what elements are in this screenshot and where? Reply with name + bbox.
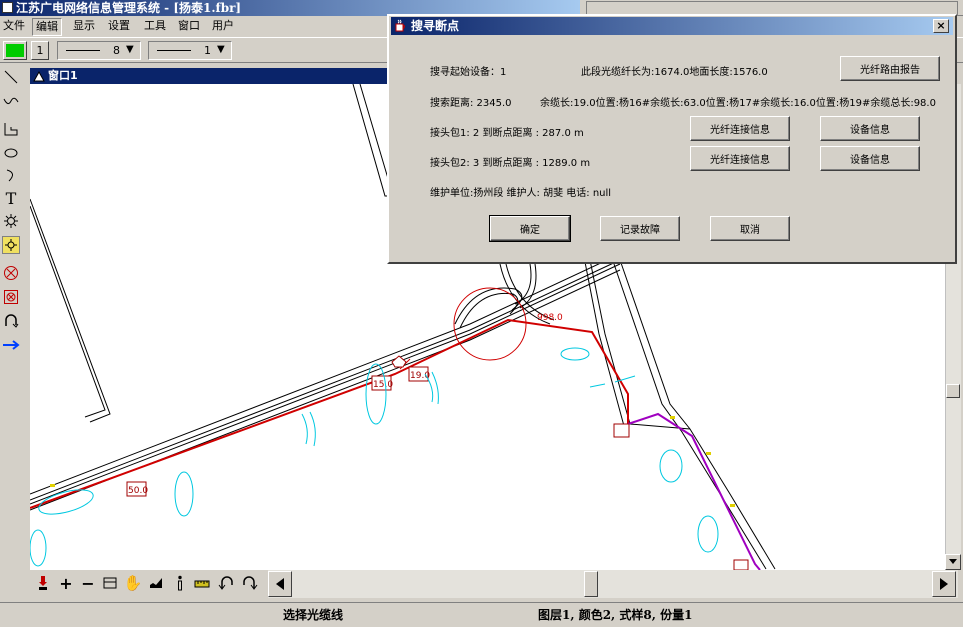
label-15: 15.0 xyxy=(371,375,393,391)
text-tool-icon[interactable]: T xyxy=(2,189,20,208)
app-icon xyxy=(2,2,13,13)
label-50: 50.0 xyxy=(126,481,148,497)
menu-tools[interactable]: 工具 xyxy=(141,18,169,34)
splice-1-text: 接头包1: 2 到断点距离 : 287.0 m xyxy=(430,128,584,139)
break-point-icon[interactable] xyxy=(2,264,20,282)
undo-icon[interactable] xyxy=(216,573,236,593)
pan-hand-icon[interactable]: ✋ xyxy=(123,573,143,593)
line-style-value: 8 xyxy=(113,44,120,57)
label-19-text: 19.0 xyxy=(410,371,430,381)
device-node xyxy=(391,355,407,368)
menu-view[interactable]: 显示 xyxy=(70,18,98,34)
menu-file[interactable]: 文件 xyxy=(0,18,28,34)
vertical-scroll-thumb[interactable] xyxy=(946,384,960,398)
label-998-text: 998.0 xyxy=(537,313,563,323)
status-left: 选择光缆线 xyxy=(283,608,344,622)
scroll-down-arrow-icon xyxy=(949,559,957,564)
curve-tool-icon[interactable] xyxy=(2,92,20,110)
symbol-tool-icon[interactable] xyxy=(2,212,20,230)
fiber-route-report-button[interactable]: 光纤路由报告 xyxy=(840,56,940,81)
splice-info-2-button[interactable]: 光纤连接信息 xyxy=(690,146,790,171)
arc-tool-icon[interactable] xyxy=(2,166,20,184)
device-info-2-button[interactable]: 设备信息 xyxy=(820,146,920,171)
fault-zone-circle xyxy=(453,287,527,361)
scroll-right-button[interactable] xyxy=(932,571,956,597)
info-icon[interactable] xyxy=(170,573,190,593)
maintenance-text: 维护单位:扬州段 维护人: 胡斐 电话: null xyxy=(430,188,612,199)
status-bar xyxy=(0,602,963,627)
road-right-1 xyxy=(619,259,776,570)
yellow-markers xyxy=(50,416,735,507)
ok-button[interactable]: 确定 xyxy=(489,215,571,242)
horizontal-scrollbar[interactable] xyxy=(268,570,958,598)
chart-icon[interactable] xyxy=(146,573,166,593)
chevron-down-icon: ▼ xyxy=(126,44,134,55)
fault-box-icon[interactable] xyxy=(2,288,20,306)
start-device-text: 搜寻起始设备：1 xyxy=(430,67,507,78)
road-left-1 xyxy=(30,198,111,423)
menu-settings[interactable]: 设置 xyxy=(105,18,133,34)
pointer-tool-icon[interactable] xyxy=(33,573,53,593)
scroll-down-button[interactable] xyxy=(945,554,961,570)
label-50-text: 50.0 xyxy=(128,486,148,496)
rotate-icon[interactable] xyxy=(2,312,20,330)
java-cup-icon xyxy=(394,19,407,32)
device-info-1-button[interactable]: 设备信息 xyxy=(820,116,920,141)
line-tool-icon[interactable] xyxy=(2,68,20,86)
direction-arrow-icon[interactable] xyxy=(2,336,20,354)
line-weight-preview xyxy=(157,50,191,51)
label-19: 19.0 xyxy=(408,366,430,382)
map-window-icon xyxy=(33,70,45,82)
dialog-close-button[interactable]: × xyxy=(933,19,949,33)
fiber-route-purple xyxy=(627,412,761,570)
redo-icon[interactable] xyxy=(240,573,260,593)
splice-box-2 xyxy=(733,559,749,570)
dialog-titlebar: 搜寻断点 xyxy=(391,17,953,35)
line-weight-select[interactable]: 1 ▼ xyxy=(148,41,232,60)
segment-length-text: 此段光缆纤长为:1674.0地面长度:1576.0 xyxy=(581,67,768,78)
layer-button[interactable]: 1 xyxy=(31,41,49,60)
cancel-button[interactable]: 取消 xyxy=(710,216,790,241)
horizontal-scroll-thumb[interactable] xyxy=(584,571,598,597)
record-fault-button[interactable]: 记录故障 xyxy=(600,216,680,241)
menu-window[interactable]: 窗口 xyxy=(175,18,203,34)
menu-user[interactable]: 用户 xyxy=(209,18,237,34)
drawing-tools-palette: T xyxy=(0,64,24,574)
label-15-text: 15.0 xyxy=(373,380,393,390)
status-right: 图层1, 颜色2, 式样8, 份量1 xyxy=(538,608,693,622)
splice-info-1-button[interactable]: 光纤连接信息 xyxy=(690,116,790,141)
scroll-right-arrow-icon xyxy=(940,578,948,590)
zoom-in-icon[interactable]: + xyxy=(56,573,76,593)
line-weight-value: 1 xyxy=(204,44,211,57)
scroll-left-arrow-icon xyxy=(276,578,284,590)
label-998: 998.0 xyxy=(537,313,563,323)
line-style-select[interactable]: 8 ▼ xyxy=(57,41,141,60)
menu-bar: 文件 编辑 显示 设置 工具 窗口 用户 xyxy=(0,16,380,36)
dialog-title: 搜寻断点 xyxy=(411,19,460,33)
chevron-down-icon: ▼ xyxy=(217,44,225,55)
app-title: 江苏广电网络信息管理系统 - [扬泰1.fbr] xyxy=(16,1,242,15)
map-window-title: 窗口1 xyxy=(48,69,78,82)
splice-box-1 xyxy=(613,423,630,438)
scroll-left-button[interactable] xyxy=(268,571,292,597)
spare-cable-text: 余缆长:19.0位置:杨16#余缆长:63.0位置:杨17#余缆长:16.0位置… xyxy=(540,98,936,109)
road-main-1 xyxy=(30,253,621,495)
search-distance-text: 搜索距离: 2345.0 xyxy=(430,98,512,109)
full-extent-icon[interactable] xyxy=(100,573,120,593)
splice-2-text: 接头包2: 3 到断点距离 : 1289.0 m xyxy=(430,158,591,169)
background-window-panel xyxy=(586,1,958,15)
zoom-out-icon[interactable]: − xyxy=(78,573,98,593)
measure-icon[interactable] xyxy=(192,573,212,593)
menu-edit[interactable]: 编辑 xyxy=(32,18,62,36)
fiber-route-red xyxy=(30,318,629,509)
color-picker-button[interactable] xyxy=(3,41,27,60)
ellipse-tool-icon[interactable] xyxy=(2,144,20,162)
node-tool-icon[interactable] xyxy=(2,236,20,254)
color-swatch xyxy=(6,44,24,57)
line-style-preview xyxy=(66,50,100,51)
polyline-tool-icon[interactable] xyxy=(2,120,20,138)
